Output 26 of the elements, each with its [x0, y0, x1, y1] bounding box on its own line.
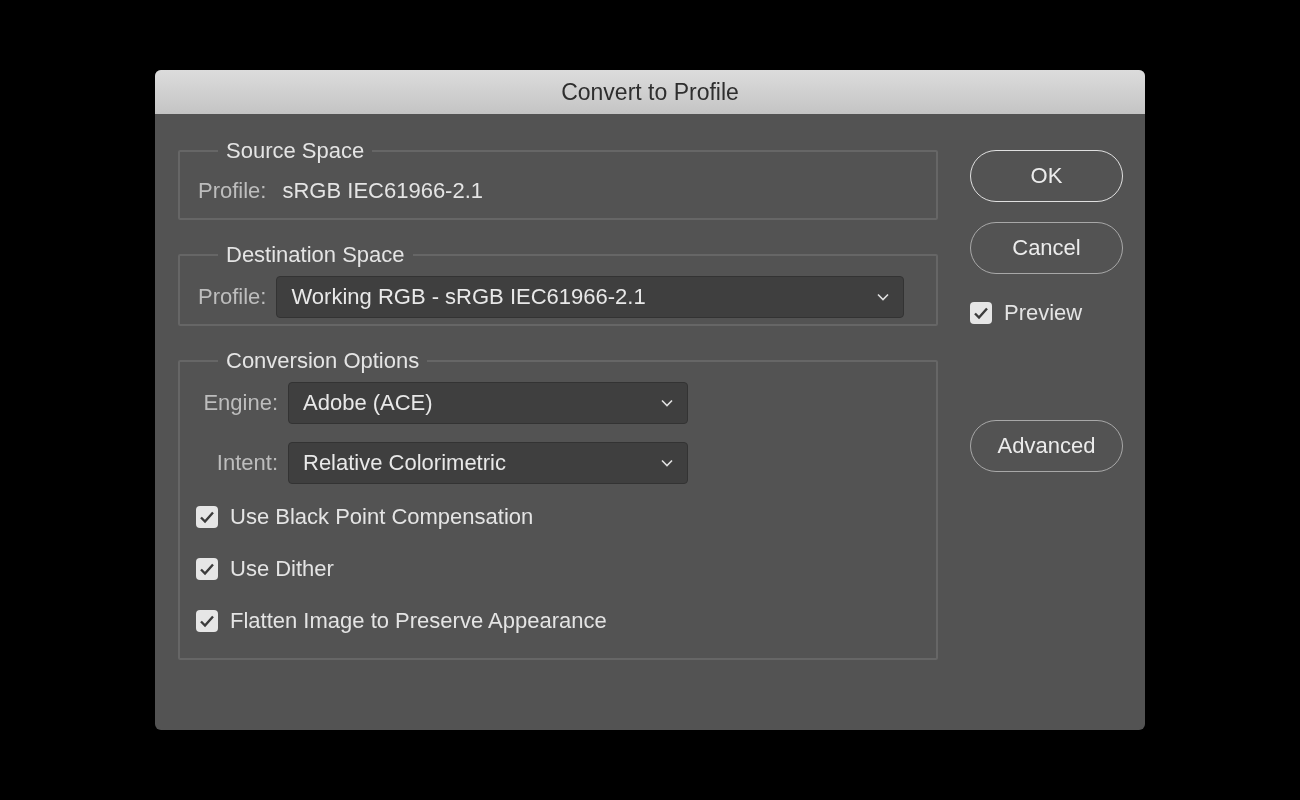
chevron-down-icon	[661, 459, 673, 467]
field-label: Intent:	[215, 450, 278, 476]
field-label: Profile:	[198, 178, 267, 204]
profile-value: sRGB IEC61966-2.1	[282, 178, 484, 204]
chevron-down-icon	[877, 293, 890, 301]
checkbox-label: Flatten Image to Preserve Appearance	[230, 608, 607, 634]
dialog-button[interactable]: Cancel	[970, 222, 1123, 274]
dropdown[interactable]: Relative Colorimetric	[288, 442, 688, 484]
checkbox[interactable]	[196, 506, 218, 528]
checkbox-label: Use Black Point Compensation	[230, 504, 534, 530]
checkbox-label: Use Dither	[230, 556, 334, 582]
chevron-down-icon	[661, 399, 673, 407]
window-title: Convert to Profile	[561, 78, 739, 106]
group-title: Source Space	[225, 138, 366, 164]
checkbox[interactable]	[196, 558, 218, 580]
group-title: Destination Space	[225, 242, 406, 268]
checkbox-label: Preview	[1004, 300, 1083, 326]
field-label: Engine:	[202, 390, 278, 416]
dialog-button[interactable]: OK	[970, 150, 1123, 202]
group-title: Conversion Options	[225, 348, 421, 374]
field-label: Profile:	[198, 284, 267, 310]
dropdown[interactable]: Adobe (ACE)	[288, 382, 688, 424]
checkbox[interactable]	[970, 302, 992, 324]
advanced-button[interactable]: Advanced	[970, 420, 1123, 472]
profile-dropdown[interactable]: Working RGB - sRGB IEC61966-2.1	[276, 276, 905, 318]
checkbox[interactable]	[196, 610, 218, 632]
